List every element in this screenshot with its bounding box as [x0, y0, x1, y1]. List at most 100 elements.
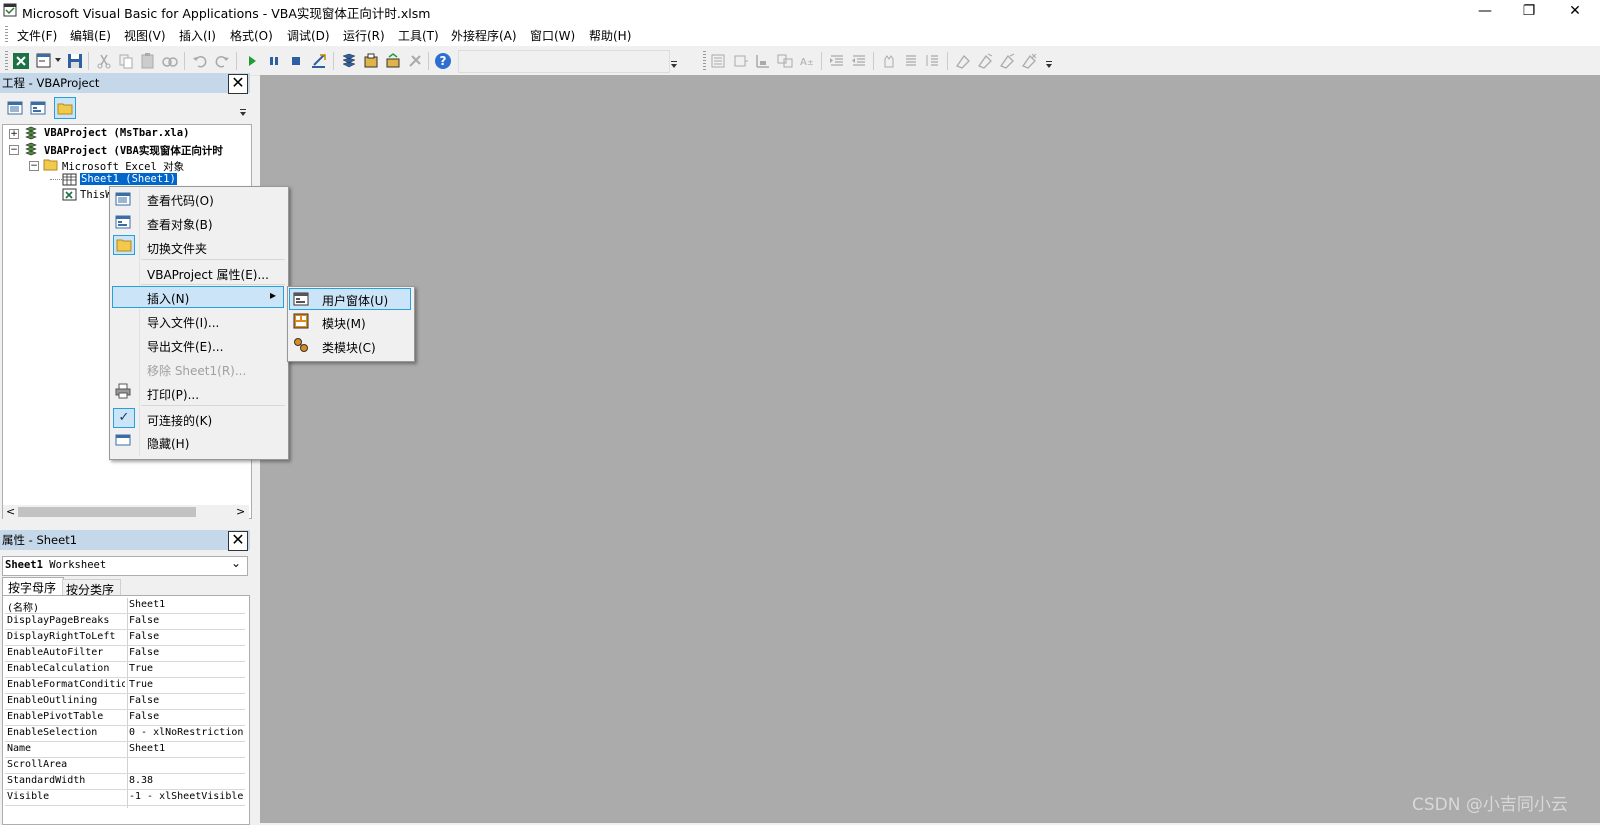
menu-item-print[interactable]: 打印(P)...: [147, 386, 199, 403]
property-value[interactable]: 8.38: [129, 775, 245, 786]
menu-window[interactable]: 窗口(W): [530, 27, 575, 44]
property-row[interactable]: EnableOutlining False: [5, 694, 245, 710]
menu-addins[interactable]: 外接程序(A): [451, 27, 517, 44]
property-value[interactable]: False: [129, 711, 245, 722]
redo-icon[interactable]: [213, 52, 231, 70]
property-value[interactable]: False: [129, 647, 245, 658]
menu-view[interactable]: 视图(V): [124, 27, 166, 44]
menu-item-insert-highlight[interactable]: [112, 286, 284, 308]
menu-item-view-code[interactable]: 查看代码(O): [147, 192, 214, 209]
property-row[interactable]: EnableSelection 0 - xlNoRestriction: [5, 726, 245, 742]
comment-block-icon[interactable]: [902, 52, 920, 70]
property-value[interactable]: -1 - xlSheetVisible: [129, 791, 245, 802]
restore-button[interactable]: ❐: [1506, 0, 1552, 22]
break-icon[interactable]: [265, 52, 283, 70]
save-icon[interactable]: [66, 52, 84, 70]
property-row[interactable]: DisplayPageBreaks False: [5, 614, 245, 630]
undo-icon[interactable]: [191, 52, 209, 70]
view-object-icon[interactable]: [29, 99, 47, 117]
menu-format[interactable]: 格式(O): [230, 27, 273, 44]
insert-userform-icon[interactable]: [35, 52, 53, 70]
menu-item-import-file[interactable]: 导入文件(I)...: [147, 314, 219, 331]
property-value[interactable]: True: [129, 663, 245, 674]
property-value[interactable]: False: [129, 695, 245, 706]
property-row[interactable]: Visible -1 - xlSheetVisible: [5, 790, 245, 806]
properties-panel-close-button[interactable]: ✕: [228, 531, 248, 551]
view-code-icon[interactable]: [6, 99, 24, 117]
paste-icon[interactable]: [139, 52, 157, 70]
tree-node-excel-objects[interactable]: Microsoft Excel 对象: [62, 159, 184, 174]
menu-item-project-properties[interactable]: VBAProject 属性(E)...: [147, 266, 269, 283]
menu-run[interactable]: 运行(R): [343, 27, 385, 44]
run-icon[interactable]: [243, 52, 261, 70]
menu-file[interactable]: 文件(F): [17, 27, 57, 44]
tree-node-project-mstbar[interactable]: VBAProject (MsTbar.xla): [44, 127, 189, 139]
toolbar-overflow-icon[interactable]: [1044, 60, 1054, 70]
quick-info-icon[interactable]: [754, 52, 772, 70]
object-browser-icon[interactable]: [384, 52, 402, 70]
design-mode-icon[interactable]: [310, 52, 328, 70]
property-row[interactable]: (名称) Sheet1: [5, 598, 245, 614]
toolbar-grip[interactable]: [5, 51, 8, 71]
outdent-icon[interactable]: [850, 52, 868, 70]
tree-node-project-main[interactable]: VBAProject (VBA实现窗体正向计时: [44, 143, 223, 158]
tree-node-sheet1-selected[interactable]: Sheet1 (Sheet1): [80, 173, 177, 185]
toolbar-overflow-icon[interactable]: [238, 108, 248, 118]
property-value[interactable]: True: [129, 679, 245, 690]
previous-bookmark-icon[interactable]: [998, 52, 1016, 70]
submenu-item-class-module[interactable]: 类模块(C): [322, 339, 376, 356]
toggle-bookmark-icon[interactable]: [954, 52, 972, 70]
property-row[interactable]: ScrollArea: [5, 758, 245, 774]
menu-help[interactable]: 帮助(H): [589, 27, 631, 44]
property-row[interactable]: EnableFormatConditio True: [5, 678, 245, 694]
property-row[interactable]: EnableCalculation True: [5, 662, 245, 678]
property-row[interactable]: StandardWidth 8.38: [5, 774, 245, 790]
property-value[interactable]: False: [129, 631, 245, 642]
project-explorer-icon[interactable]: [340, 52, 358, 70]
clear-bookmarks-icon[interactable]: [1020, 52, 1038, 70]
cut-icon[interactable]: [95, 52, 113, 70]
menu-item-hide[interactable]: 隐藏(H): [147, 435, 189, 452]
property-value[interactable]: Sheet1: [129, 599, 245, 610]
complete-word-icon[interactable]: A ±: [798, 52, 816, 70]
minimize-button[interactable]: —: [1462, 0, 1508, 22]
chevron-down-icon[interactable]: ⌄: [231, 556, 241, 570]
find-icon[interactable]: [161, 52, 179, 70]
next-bookmark-icon[interactable]: [976, 52, 994, 70]
property-value[interactable]: 0 - xlNoRestriction: [129, 727, 245, 738]
uncomment-block-icon[interactable]: [924, 52, 942, 70]
property-row[interactable]: EnablePivotTable False: [5, 710, 245, 726]
property-value[interactable]: False: [129, 615, 245, 626]
toolbar-grip-edit[interactable]: [703, 51, 706, 71]
menu-edit[interactable]: 编辑(E): [70, 27, 111, 44]
copy-icon[interactable]: [117, 52, 135, 70]
excel-icon[interactable]: [12, 52, 30, 70]
help-icon[interactable]: ?: [434, 52, 452, 70]
menu-item-export-file[interactable]: 导出文件(E)...: [147, 338, 223, 355]
toggle-breakpoint-icon[interactable]: [880, 52, 898, 70]
expand-toggle[interactable]: +: [9, 129, 19, 139]
collapse-toggle[interactable]: −: [9, 145, 19, 155]
property-value[interactable]: Sheet1: [129, 743, 245, 754]
parameter-info-icon[interactable]: [776, 52, 794, 70]
property-row[interactable]: EnableAutoFilter False: [5, 646, 245, 662]
menu-item-toggle-folders[interactable]: 切换文件夹: [147, 240, 207, 257]
menu-debug[interactable]: 调试(D): [287, 27, 330, 44]
toggle-folders-button[interactable]: [54, 97, 76, 119]
project-panel-close-button[interactable]: ✕: [228, 74, 248, 94]
close-button[interactable]: ✕: [1552, 0, 1598, 22]
property-row[interactable]: DisplayRightToLeft False: [5, 630, 245, 646]
menu-item-view-object[interactable]: 查看对象(B): [147, 216, 213, 233]
menu-item-insert[interactable]: 插入(N): [147, 290, 189, 307]
menu-insert[interactable]: 插入(I): [179, 27, 216, 44]
submenu-item-module[interactable]: 模块(M): [322, 315, 366, 332]
list-properties-icon[interactable]: [710, 52, 728, 70]
menu-tools[interactable]: 工具(T): [398, 27, 439, 44]
tree-node-thisworkbook[interactable]: ThisW: [80, 189, 112, 201]
submenu-item-userform[interactable]: 用户窗体(U): [322, 292, 388, 309]
indent-icon[interactable]: [828, 52, 846, 70]
scroll-right-button[interactable]: >: [236, 505, 245, 518]
collapse-toggle[interactable]: −: [29, 161, 39, 171]
menu-item-dockable[interactable]: 可连接的(K): [147, 412, 212, 429]
scroll-thumb[interactable]: [18, 507, 196, 517]
